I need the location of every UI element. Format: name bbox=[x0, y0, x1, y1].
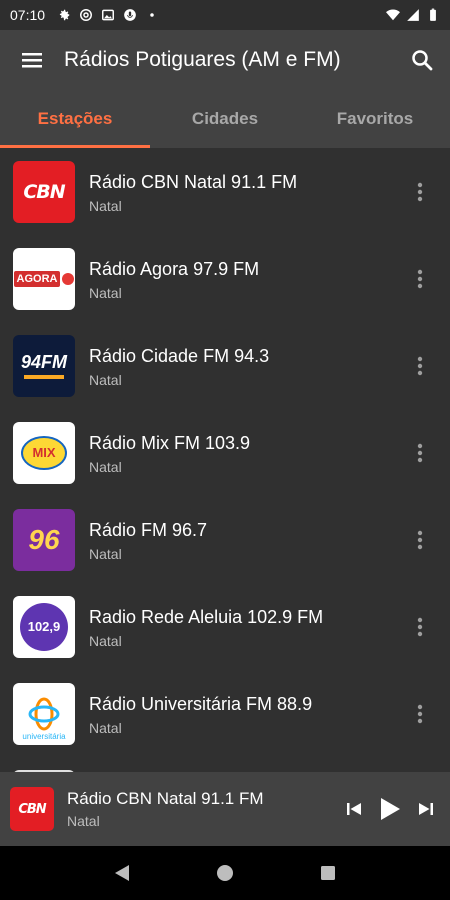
mini-player[interactable]: CBN Rádio CBN Natal 91.1 FM Natal bbox=[0, 772, 450, 846]
station-name: Rádio CBN Natal 91.1 FM bbox=[89, 171, 298, 192]
tab-cidades[interactable]: Cidades bbox=[150, 90, 300, 148]
settings-icon bbox=[59, 9, 70, 21]
more-options-button[interactable] bbox=[400, 520, 440, 560]
station-row[interactable]: CBN Rádio CBN Natal 91.1 FM Natal bbox=[0, 148, 450, 235]
battery-icon bbox=[430, 8, 436, 21]
more-options-button[interactable] bbox=[400, 694, 440, 734]
logo-text: 96 bbox=[28, 523, 60, 555]
player-station-city: Natal bbox=[67, 813, 100, 829]
station-city: Natal bbox=[89, 545, 122, 562]
logo-text: AGORA bbox=[13, 270, 61, 287]
universitaria-swirl-icon bbox=[28, 697, 60, 730]
at-sign-icon bbox=[80, 9, 93, 21]
image-icon bbox=[102, 9, 115, 21]
more-vert-icon bbox=[417, 530, 423, 550]
system-navigation-bar bbox=[0, 846, 450, 900]
logo-text: CBN bbox=[18, 801, 46, 817]
more-options-button[interactable] bbox=[400, 172, 440, 212]
skip-next-icon bbox=[419, 803, 433, 815]
station-logo-universitaria: universitária bbox=[13, 682, 75, 745]
station-logo-94fm: 94FM bbox=[13, 334, 75, 397]
skip-previous-icon bbox=[347, 803, 361, 815]
station-row[interactable]: AGORA Rádio Agora 97.9 FM Natal bbox=[0, 235, 450, 322]
station-list: CBN Rádio CBN Natal 91.1 FM Natal AGORA … bbox=[0, 148, 450, 772]
station-city: Natal bbox=[89, 632, 122, 649]
station-logo-cbn: CBN bbox=[13, 160, 75, 223]
menu-button[interactable] bbox=[0, 30, 64, 90]
station-row-partial[interactable] bbox=[0, 757, 450, 772]
station-name: Radio Rede Aleluia 102.9 FM bbox=[89, 606, 324, 627]
logo-text: 102,9 bbox=[27, 619, 61, 634]
recents-square-icon bbox=[321, 866, 336, 880]
station-row[interactable]: MIX Rádio Mix FM 103.9 Natal bbox=[0, 409, 450, 496]
player-logo: CBN bbox=[10, 787, 54, 831]
hamburger-menu-icon bbox=[22, 53, 42, 68]
more-vert-icon bbox=[417, 443, 423, 463]
nav-back-button[interactable] bbox=[102, 853, 142, 893]
previous-button[interactable] bbox=[336, 787, 372, 831]
station-name: Rádio Mix FM 103.9 bbox=[89, 432, 251, 453]
agora-circle-icon bbox=[62, 272, 75, 285]
play-icon bbox=[381, 798, 400, 820]
more-vert-icon bbox=[417, 269, 423, 289]
logo-text: universitária bbox=[22, 731, 66, 741]
station-name: Rádio Cidade FM 94.3 bbox=[89, 345, 270, 366]
station-row[interactable]: 94FM Rádio Cidade FM 94.3 Natal bbox=[0, 322, 450, 409]
tab-estacoes[interactable]: Estações bbox=[0, 90, 150, 148]
station-row[interactable]: 102,9 Radio Rede Aleluia 102.9 FM Natal bbox=[0, 583, 450, 670]
search-button[interactable] bbox=[394, 30, 450, 90]
station-city: Natal bbox=[89, 197, 122, 214]
logo-text: 94FM bbox=[20, 352, 67, 372]
station-city: Natal bbox=[89, 371, 122, 388]
status-bar: 07:10 bbox=[0, 0, 450, 30]
logo-text: CBN bbox=[23, 180, 65, 203]
station-city: Natal bbox=[89, 719, 122, 736]
player-station-name: Rádio CBN Natal 91.1 FM bbox=[67, 789, 264, 808]
nav-recents-button[interactable] bbox=[308, 853, 348, 893]
status-time: 07:10 bbox=[10, 7, 46, 23]
dot-icon bbox=[150, 13, 154, 17]
play-button[interactable] bbox=[372, 787, 408, 831]
aleluia-badge: 102,9 bbox=[20, 602, 68, 651]
search-icon bbox=[412, 50, 433, 71]
station-name: Rádio Universitária FM 88.9 bbox=[89, 693, 313, 714]
station-logo-mix: MIX bbox=[13, 421, 75, 484]
wifi-icon bbox=[386, 9, 400, 21]
more-vert-icon bbox=[417, 617, 423, 637]
more-options-button[interactable] bbox=[400, 607, 440, 647]
nav-home-button[interactable] bbox=[205, 853, 245, 893]
tab-favoritos[interactable]: Favoritos bbox=[300, 90, 450, 148]
more-vert-icon bbox=[417, 356, 423, 376]
station-city: Natal bbox=[89, 284, 122, 301]
home-circle-icon bbox=[216, 865, 233, 881]
station-city: Natal bbox=[89, 458, 122, 475]
signal-icon bbox=[407, 9, 419, 21]
station-row[interactable]: universitária Rádio Universitária FM 88.… bbox=[0, 670, 450, 757]
next-button[interactable] bbox=[408, 787, 444, 831]
equalizer-bars-icon bbox=[24, 375, 64, 379]
station-name: Rádio FM 96.7 bbox=[89, 519, 208, 540]
station-logo-agora: AGORA bbox=[13, 247, 75, 310]
more-options-button[interactable] bbox=[400, 433, 440, 473]
page-title: Rádios Potiguares (AM e FM) bbox=[64, 48, 341, 71]
station-logo-96: 96 bbox=[13, 508, 75, 571]
station-row[interactable]: 96 Rádio FM 96.7 Natal bbox=[0, 496, 450, 583]
more-options-button[interactable] bbox=[400, 346, 440, 386]
logo-text: MIX bbox=[32, 445, 56, 460]
back-triangle-icon bbox=[114, 865, 129, 881]
tab-bar: Estações Cidades Favoritos bbox=[0, 90, 450, 148]
station-name: Rádio Agora 97.9 FM bbox=[89, 258, 260, 279]
more-vert-icon bbox=[417, 704, 423, 724]
more-options-button[interactable] bbox=[400, 259, 440, 299]
mic-icon bbox=[124, 9, 136, 21]
station-logo-aleluia: 102,9 bbox=[13, 595, 75, 658]
mix-badge: MIX bbox=[21, 435, 67, 470]
app-bar: Rádios Potiguares (AM e FM) bbox=[0, 30, 450, 90]
more-vert-icon bbox=[417, 182, 423, 202]
